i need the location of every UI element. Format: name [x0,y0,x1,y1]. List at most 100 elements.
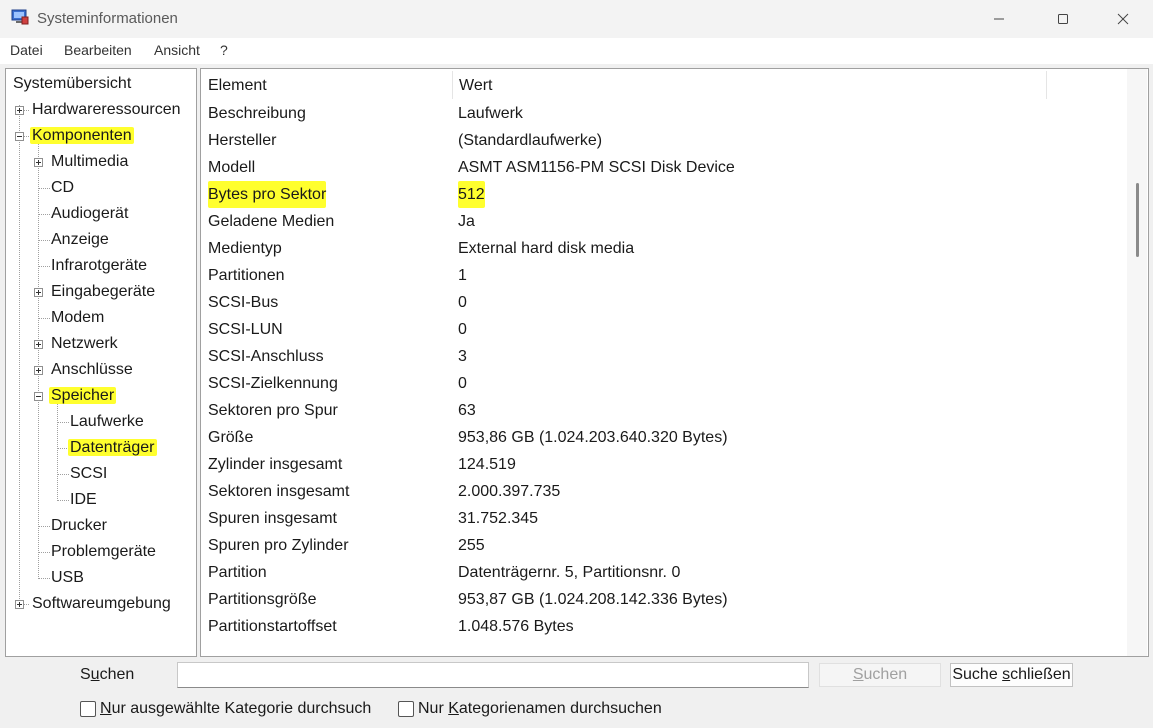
table-row[interactable]: Partitionstartoffset 1.048.576 Bytes [201,613,1126,640]
row-value: 255 [458,537,485,554]
expand-icon[interactable] [34,340,43,349]
search-button[interactable]: Suchen [819,663,941,687]
tree-line [19,105,20,605]
close-search-button[interactable]: Suche schließen [950,663,1073,687]
row-element: Geladene Medien [208,213,335,230]
tree-item-ide[interactable]: IDE [68,488,99,512]
tree-item-storage[interactable]: Speicher [49,384,117,408]
menu-edit[interactable]: Bearbeiten [64,42,132,58]
close-search-accel: s [1002,666,1011,683]
column-separator[interactable] [1046,71,1047,99]
scrollbar-thumb[interactable] [1136,183,1139,257]
tree-item-network[interactable]: Netzwerk [49,332,120,356]
row-value: Laufwerk [458,105,523,122]
tree-item-problem-devices[interactable]: Problemgeräte [49,540,158,564]
checkbox-accel: N [100,700,112,717]
tree-item-multimedia[interactable]: Multimedia [49,150,130,174]
tree-item-cd[interactable]: CD [49,176,76,200]
tree-item-printer[interactable]: Drucker [49,514,109,538]
search-button-accel: S [852,666,864,683]
table-row[interactable]: Spuren pro Zylinder 255 [201,532,1126,559]
category-tree[interactable]: Systemübersicht Hardwareressourcen Kompo… [5,68,197,657]
row-element: Bytes pro Sektor [208,181,327,208]
expand-icon[interactable] [15,600,24,609]
row-element: Sektoren pro Spur [208,402,338,419]
expand-icon[interactable] [15,106,24,115]
row-element: Beschreibung [208,105,306,122]
table-row[interactable]: Hersteller (Standardlaufwerke) [201,127,1126,154]
row-element: SCSI-Anschluss [208,348,324,365]
tree-item-label: Infrarotgeräte [51,257,148,274]
table-row[interactable]: SCSI-Anschluss 3 [201,343,1126,370]
tree-item-scsi[interactable]: SCSI [68,462,109,486]
tree-item-audio[interactable]: Audiogerät [49,202,130,226]
table-row[interactable]: Größe 953,86 GB (1.024.203.640.320 Bytes) [201,424,1126,451]
maximize-button[interactable] [1040,0,1086,38]
tree-item-drives[interactable]: Laufwerke [68,410,146,434]
expand-icon[interactable] [34,366,43,375]
tree-item-software-environment[interactable]: Softwareumgebung [30,592,173,616]
tree-item-label: Eingabegeräte [51,283,156,300]
table-row[interactable]: Modell ASMT ASM1156-PM SCSI Disk Device [201,154,1126,181]
search-label-accel: u [90,666,100,683]
table-row[interactable]: SCSI-Bus 0 [201,289,1126,316]
search-selected-category-checkbox[interactable] [80,701,96,717]
collapse-icon[interactable] [15,132,24,141]
search-button-text: uchen [863,666,908,683]
tree-item-disks[interactable]: Datenträger [68,436,157,460]
table-row[interactable]: Partition Datenträgernr. 5, Partitionsnr.… [201,559,1126,586]
search-category-names-checkbox[interactable] [398,701,414,717]
search-label: Suchen [80,666,134,684]
tree-item-input-devices[interactable]: Eingabegeräte [49,280,157,304]
tree-item-display[interactable]: Anzeige [49,228,111,252]
search-input[interactable] [177,662,809,688]
table-row[interactable]: Beschreibung Laufwerk [201,100,1126,127]
menu-view[interactable]: Ansicht [154,42,200,58]
collapse-icon[interactable] [34,392,43,401]
row-element: Medientyp [208,240,282,257]
search-category-names-label[interactable]: Nur Kategorienamen durchsuchen [418,700,662,718]
column-header-value[interactable]: Wert [452,69,1047,103]
table-row[interactable]: Sektoren insgesamt 2.000.397.735 [201,478,1126,505]
tree-item-label: Modem [51,309,105,326]
checkbox-text: Nur [418,700,449,717]
row-element: Modell [208,159,256,176]
row-element: Spuren insgesamt [208,510,337,527]
vertical-scrollbar[interactable] [1127,69,1147,656]
row-value: Ja [458,213,475,230]
minimize-button[interactable] [976,0,1022,38]
table-row[interactable]: Partitionen 1 [201,262,1126,289]
table-row[interactable]: SCSI-Zielkennung 0 [201,370,1126,397]
expand-icon[interactable] [34,158,43,167]
tree-item-infrared[interactable]: Infrarotgeräte [49,254,149,278]
system-info-app-icon [11,9,29,25]
search-selected-category-label[interactable]: Nur ausgewählte Kategorie durchsuch [100,700,371,718]
menu-help[interactable]: ? [220,42,228,58]
details-list[interactable]: Element Wert Beschreibung Laufwerk Herstel… [200,68,1149,657]
table-row[interactable]: SCSI-LUN 0 [201,316,1126,343]
close-button[interactable] [1100,0,1146,38]
tree-item-label: Speicher [49,387,117,404]
table-row[interactable]: Geladene Medien Ja [201,208,1126,235]
tree-item-hardware-resources[interactable]: Hardwareressourcen [30,98,183,122]
table-row[interactable]: Medientyp External hard disk media [201,235,1126,262]
tree-item-modem[interactable]: Modem [49,306,106,330]
table-row[interactable]: Bytes pro Sektor 512 [201,181,1126,208]
table-row[interactable]: Sektoren pro Spur 63 [201,397,1126,424]
expand-icon[interactable] [34,288,43,297]
close-search-text: Suche [952,666,1003,683]
row-value: 3 [458,348,467,365]
table-row[interactable]: Partitionsgröße 953,87 GB (1.024.208.142.… [201,586,1126,613]
search-label-text: S [80,666,91,683]
column-header-element[interactable]: Element [201,69,452,103]
menu-file[interactable]: Datei [10,42,43,58]
row-element: SCSI-LUN [208,321,283,338]
tree-item-system-summary[interactable]: Systemübersicht [11,72,133,96]
table-row[interactable]: Zylinder insgesamt 124.519 [201,451,1126,478]
window-title: Systeminformationen [37,10,178,27]
tree-item-components[interactable]: Komponenten [30,124,134,148]
tree-item-ports[interactable]: Anschlüsse [49,358,135,382]
tree-item-usb[interactable]: USB [49,566,86,590]
table-row[interactable]: Spuren insgesamt 31.752.345 [201,505,1126,532]
row-element: Partitionsgröße [208,591,317,608]
